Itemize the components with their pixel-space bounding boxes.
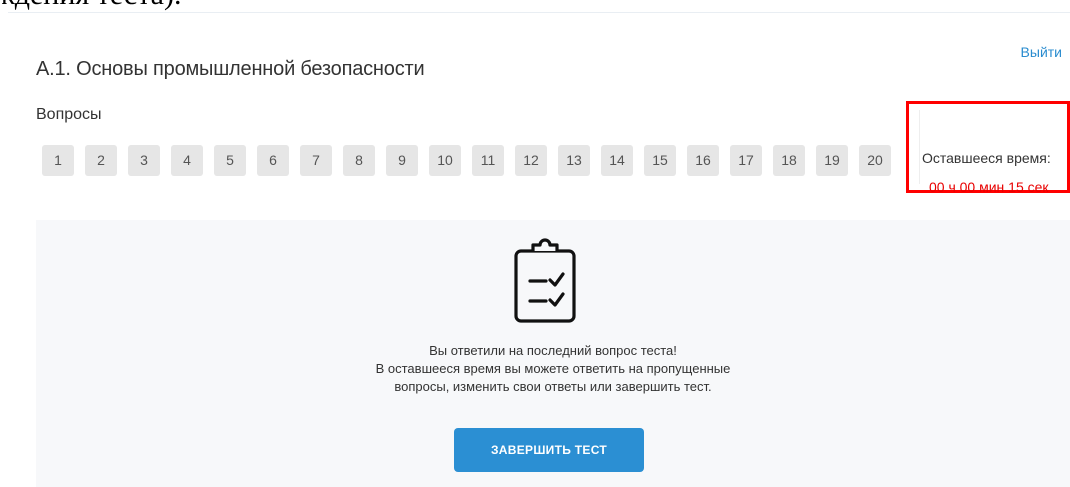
document-text-fragment: ждения теста). [0, 0, 182, 12]
result-message-line: вопросы, изменить свои ответы или заверш… [394, 379, 712, 394]
question-button-17[interactable]: 17 [730, 145, 762, 176]
question-button-10[interactable]: 10 [429, 145, 461, 176]
result-message-line: Вы ответили на последний вопрос теста! [429, 343, 677, 358]
questions-label: Вопросы [36, 106, 102, 123]
timer-panel [919, 110, 1067, 184]
frame-border [8, 12, 1070, 13]
result-message: Вы ответили на последний вопрос теста! В… [36, 342, 1070, 396]
question-button-4[interactable]: 4 [171, 145, 203, 176]
question-button-20[interactable]: 20 [859, 145, 891, 176]
test-result-panel: Вы ответили на последний вопрос теста! В… [36, 220, 1070, 487]
clipboard-checklist-icon [514, 238, 576, 323]
question-button-1[interactable]: 1 [42, 145, 74, 176]
question-button-7[interactable]: 7 [300, 145, 332, 176]
question-button-8[interactable]: 8 [343, 145, 375, 176]
question-button-15[interactable]: 15 [644, 145, 676, 176]
question-button-14[interactable]: 14 [601, 145, 633, 176]
question-button-16[interactable]: 16 [687, 145, 719, 176]
question-button-5[interactable]: 5 [214, 145, 246, 176]
question-button-9[interactable]: 9 [386, 145, 418, 176]
question-button-19[interactable]: 19 [816, 145, 848, 176]
result-message-line: В оставшееся время вы можете ответить на… [375, 361, 731, 376]
question-button-6[interactable]: 6 [257, 145, 289, 176]
finish-test-button[interactable]: ЗАВЕРШИТЬ ТЕСТ [454, 428, 644, 472]
question-button-3[interactable]: 3 [128, 145, 160, 176]
question-button-12[interactable]: 12 [515, 145, 547, 176]
timer-value: 00 ч 00 мин 15 сек [929, 179, 1049, 195]
question-button-11[interactable]: 11 [472, 145, 504, 176]
timer-label: Оставшееся время: [922, 150, 1051, 166]
question-button-13[interactable]: 13 [558, 145, 590, 176]
page-title: А.1. Основы промышленной безопасности [36, 58, 425, 80]
question-button-18[interactable]: 18 [773, 145, 805, 176]
question-button-2[interactable]: 2 [85, 145, 117, 176]
logout-link[interactable]: Выйти [1021, 44, 1062, 60]
